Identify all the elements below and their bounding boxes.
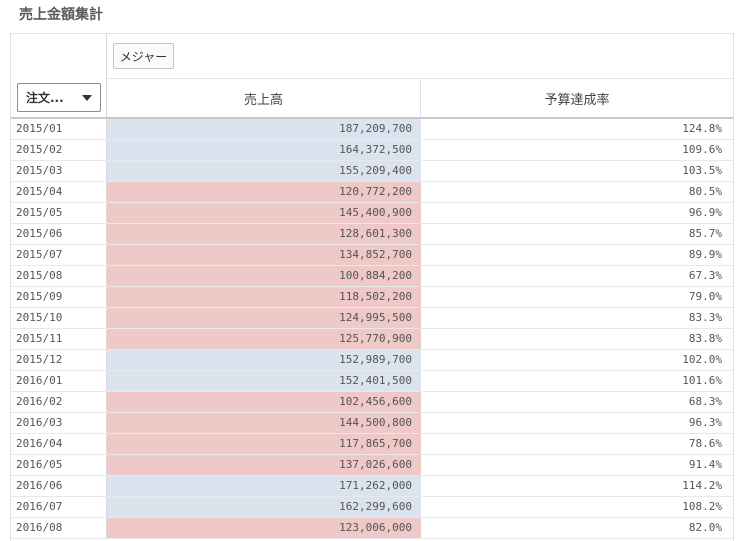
table-row[interactable]: 2016/03 144,500,800 96.3% [11,413,733,434]
sales-cell: 155,209,400 [107,161,421,181]
table-row[interactable]: 2016/06 171,262,000 114.2% [11,476,733,497]
row-month-cell[interactable]: 2015/12 [11,350,107,370]
budget-rate-cell: 85.7% [688,227,722,240]
table-row[interactable]: 2016/04 117,865,700 78.6% [11,434,733,455]
budget-rate-cell: 89.9% [688,248,722,261]
row-month-cell[interactable]: 2016/04 [11,434,107,454]
row-month-cell[interactable]: 2015/04 [11,182,107,202]
sales-cell: 117,865,700 [107,434,421,454]
row-month-cell[interactable]: 2015/11 [11,329,107,349]
table-row[interactable]: 2015/04 120,772,200 80.5% [11,182,733,203]
budget-rate-cell: 96.9% [688,206,722,219]
table-row[interactable]: 2015/11 125,770,900 83.8% [11,329,733,350]
budget-rate-cell: 68.3% [688,395,722,408]
budget-rate-cell: 82.0% [688,521,722,534]
table-row[interactable]: 2015/09 118,502,200 79.0% [11,287,733,308]
row-month-cell[interactable]: 2016/06 [11,476,107,496]
budget-rate-cell: 83.8% [688,332,722,345]
sales-cell: 152,989,700 [107,350,421,370]
row-month-cell[interactable]: 2016/01 [11,371,107,391]
budget-rate-cell: 91.4% [688,458,722,471]
table-row[interactable]: 2015/06 128,601,300 85.7% [11,224,733,245]
sales-cell: 134,852,700 [107,245,421,265]
caret-down-icon [82,94,92,101]
table-row[interactable]: 2016/08 123,006,000 82.0% [11,518,733,539]
row-month-cell[interactable]: 2015/08 [11,266,107,286]
budget-rate-cell: 78.6% [688,437,722,450]
sales-cell: 152,401,500 [107,371,421,391]
budget-rate-cell: 67.3% [688,269,722,282]
row-month-cell[interactable]: 2016/07 [11,497,107,517]
table-row[interactable]: 2016/05 137,026,600 91.4% [11,455,733,476]
budget-rate-cell: 124.8% [682,122,722,135]
table-row[interactable]: 2015/07 134,852,700 89.9% [11,245,733,266]
column-header-budget-rate[interactable]: 予算達成率 [421,79,733,119]
table-row[interactable]: 2016/02 102,456,600 68.3% [11,392,733,413]
sales-cell: 137,026,600 [107,455,421,475]
measure-bar: メジャー [107,34,733,79]
sales-cell: 125,770,900 [107,329,421,349]
budget-rate-cell: 103.5% [682,164,722,177]
table-row[interactable]: 2015/03 155,209,400 103.5% [11,161,733,182]
sales-cell: 100,884,200 [107,266,421,286]
dimension-dropdown[interactable]: 注文... [17,83,101,112]
row-month-cell[interactable]: 2016/03 [11,413,107,433]
row-month-cell[interactable]: 2016/02 [11,392,107,412]
table-row[interactable]: 2015/02 164,372,500 109.6% [11,140,733,161]
sales-cell: 145,400,900 [107,203,421,223]
row-month-cell[interactable]: 2015/09 [11,287,107,307]
budget-rate-cell: 96.3% [688,416,722,429]
table-row[interactable]: 2015/12 152,989,700 102.0% [11,350,733,371]
budget-rate-cell: 109.6% [682,143,722,156]
sales-cell: 118,502,200 [107,287,421,307]
budget-rate-cell: 114.2% [682,479,722,492]
sales-cell: 162,299,600 [107,497,421,517]
budget-rate-cell: 83.3% [688,311,722,324]
budget-rate-cell: 102.0% [682,353,722,366]
sales-cell: 187,209,700 [107,119,421,139]
sales-cell: 123,006,000 [107,518,421,538]
sales-cell: 144,500,800 [107,413,421,433]
table-row[interactable]: 2015/05 145,400,900 96.9% [11,203,733,224]
budget-rate-cell: 80.5% [688,185,722,198]
row-header-area: 注文... [11,34,107,119]
row-month-cell[interactable]: 2015/10 [11,308,107,328]
row-month-cell[interactable]: 2016/08 [11,518,107,538]
table-row[interactable]: 2016/01 152,401,500 101.6% [11,371,733,392]
row-month-cell[interactable]: 2015/06 [11,224,107,244]
row-month-cell[interactable]: 2015/07 [11,245,107,265]
table-row[interactable]: 2015/10 124,995,500 83.3% [11,308,733,329]
sales-cell: 124,995,500 [107,308,421,328]
pivot-table: 注文... メジャー 売上高 予算達成率 2015/01 187,209,700 1… [10,33,734,541]
row-month-cell[interactable]: 2015/02 [11,140,107,160]
budget-rate-cell: 101.6% [682,374,722,387]
sales-cell: 164,372,500 [107,140,421,160]
table-row[interactable]: 2015/01 187,209,700 124.8% [11,119,733,140]
table-row[interactable]: 2015/08 100,884,200 67.3% [11,266,733,287]
table-body: 2015/01 187,209,700 124.8% 2015/02 164,372,5… [11,119,733,539]
sales-cell: 171,262,000 [107,476,421,496]
column-header-sales[interactable]: 売上高 [107,79,421,119]
row-month-cell[interactable]: 2016/05 [11,455,107,475]
budget-rate-cell: 79.0% [688,290,722,303]
sales-cell: 120,772,200 [107,182,421,202]
dimension-dropdown-label: 注文... [26,91,64,105]
budget-rate-cell: 108.2% [682,500,722,513]
row-month-cell[interactable]: 2015/05 [11,203,107,223]
row-month-cell[interactable]: 2015/01 [11,119,107,139]
row-month-cell[interactable]: 2015/03 [11,161,107,181]
table-row[interactable]: 2016/07 162,299,600 108.2% [11,497,733,518]
page-title: 売上金額集計 [19,7,103,23]
sales-cell: 128,601,300 [107,224,421,244]
sales-cell: 102,456,600 [107,392,421,412]
measure-button[interactable]: メジャー [113,43,174,69]
